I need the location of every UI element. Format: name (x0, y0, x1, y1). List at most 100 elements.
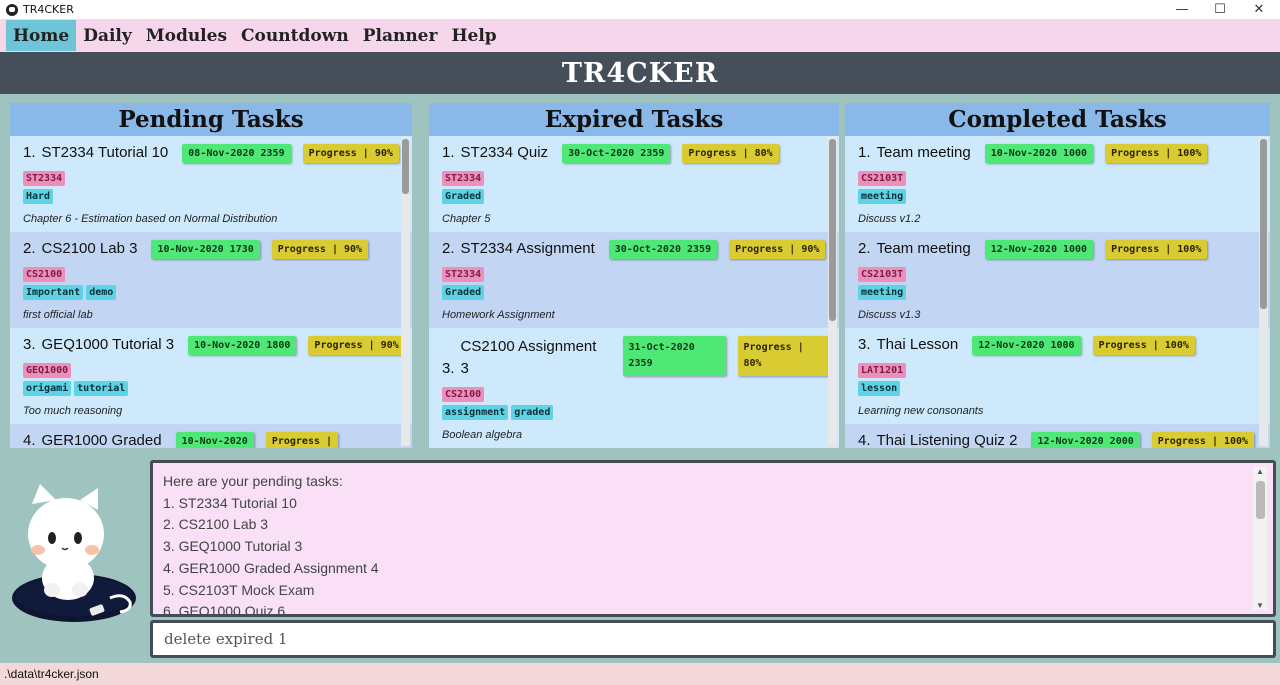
task-header-row: 3. GEQ1000 Tutorial 3 10-Nov-2020 1800 Prog… (10, 328, 412, 360)
task-card[interactable]: 4. Thai Listening Quiz 2 12-Nov-2020 2000 P… (845, 424, 1270, 448)
task-index: 1. (858, 144, 871, 161)
task-header-row: 3. Thai Lesson 12-Nov-2020 1000 Progress | … (845, 328, 1270, 360)
task-index: 2. (858, 240, 871, 257)
menu-countdown[interactable]: Countdown (234, 20, 356, 51)
panel-title: Completed Tasks (845, 103, 1270, 136)
scroll-thumb[interactable] (1260, 139, 1267, 309)
close-button[interactable]: ✕ (1240, 0, 1278, 19)
scroll-down-icon[interactable]: ▼ (1255, 601, 1265, 610)
task-description: Chapter 5 (442, 213, 491, 225)
menu-bar: Home Daily Modules Countdown Planner Hel… (0, 19, 1280, 52)
result-line: Here are your pending tasks: (163, 473, 343, 489)
scroll-thumb[interactable] (1256, 481, 1265, 519)
scroll-thumb[interactable] (829, 139, 836, 321)
result-scrollbar[interactable]: ▲ ▼ (1253, 467, 1267, 610)
panel-title: Pending Tasks (10, 103, 412, 136)
task-name: Thai Lesson (876, 336, 959, 353)
result-line: 2. CS2100 Lab 3 (163, 516, 269, 533)
task-card[interactable]: 2. CS2100 Lab 3 10-Nov-2020 1730 Progress |… (10, 232, 412, 328)
menu-home[interactable]: Home (6, 20, 77, 51)
tag-row: Important demo (10, 285, 412, 300)
task-name: ST2334 Quiz (460, 144, 549, 161)
task-tag: lesson (858, 381, 901, 396)
module-tag: ST2334 (23, 171, 66, 186)
progress-badge: Progress | 90% (271, 240, 369, 259)
task-card[interactable]: 3. CS2100 Assignment 3 31-Oct-2020 2359 Pro… (429, 328, 839, 447)
result-line: 4. GER1000 Graded Assignment 4 (163, 559, 379, 576)
module-tag: ST2334 (442, 171, 485, 186)
task-title: 1. Team meeting (858, 144, 971, 161)
task-title: 3. GEQ1000 Tutorial 3 (23, 336, 174, 353)
task-tag: Graded (442, 285, 485, 300)
panel-scrollbar[interactable] (401, 137, 410, 446)
progress-badge: Progress | 100% (1105, 144, 1208, 163)
due-date-badge: 12-Nov-2020 2000 (1031, 432, 1140, 448)
task-title: 3. Thai Lesson (858, 336, 958, 353)
menu-daily[interactable]: Daily (76, 20, 139, 51)
task-title: 4. Thai Listening Quiz 2 (858, 432, 1017, 448)
task-title: 2. Team meeting (858, 240, 971, 257)
result-display[interactable]: Here are your pending tasks: 1. ST2334 Tu… (150, 460, 1276, 617)
task-title: 1. ST2334 Quiz (442, 144, 548, 161)
tag-row: assignment graded (429, 405, 839, 420)
scroll-thumb[interactable] (402, 139, 409, 194)
task-description: Learning new consonants (858, 405, 984, 417)
expired-tasks-panel: Expired Tasks 1. ST2334 Quiz 30-Oct-2020 23… (429, 103, 839, 448)
window-title: TR4CKER (23, 3, 74, 16)
task-card[interactable]: 1. ST2334 Quiz 30-Oct-2020 2359 Progress | … (429, 136, 839, 232)
task-header-row: 3. CS2100 Assignment 3 31-Oct-2020 2359 Pro… (429, 328, 839, 384)
task-index: 3. (858, 336, 871, 353)
task-name: Team meeting (876, 240, 971, 257)
task-list[interactable]: 1. ST2334 Tutorial 10 08-Nov-2020 2359 Prog… (10, 136, 412, 448)
task-header-row: 1. ST2334 Quiz 30-Oct-2020 2359 Progress | … (429, 136, 839, 168)
task-card[interactable]: 3. Thai Lesson 12-Nov-2020 1000 Progress | … (845, 328, 1270, 424)
menu-help[interactable]: Help (444, 20, 503, 51)
scroll-up-icon[interactable]: ▲ (1255, 467, 1265, 476)
task-description: first official lab (23, 309, 93, 321)
command-input[interactable] (153, 623, 1273, 655)
result-line: 5. CS2103T Mock Exam (163, 581, 315, 598)
module-row: CS2100 (429, 387, 839, 402)
panel-scrollbar[interactable] (1259, 137, 1268, 446)
task-description: Chapter 6 - Estimation based on Normal D… (23, 213, 278, 225)
task-header-row: 2. CS2100 Lab 3 10-Nov-2020 1730 Progress |… (10, 232, 412, 264)
task-card[interactable]: 2. ST2334 Assignment 30-Oct-2020 2359 Progr… (429, 232, 839, 328)
due-date-badge: 10-Nov-2020 (175, 432, 254, 448)
due-date-badge: 10-Nov-2020 1000 (984, 144, 1094, 163)
task-card[interactable]: 4. GER1000 Graded 10-Nov-2020 Progress | (10, 424, 412, 448)
menu-modules[interactable]: Modules (139, 20, 234, 51)
tag-row: Graded (429, 285, 839, 300)
task-description: Discuss v1.3 (858, 309, 921, 321)
task-index: 3. (442, 360, 455, 377)
menu-planner[interactable]: Planner (356, 20, 445, 51)
due-date-badge: 10-Nov-2020 1730 (151, 240, 260, 259)
task-card[interactable]: 1. Team meeting 10-Nov-2020 1000 Progress |… (845, 136, 1270, 232)
module-row: CS2103T (845, 171, 1270, 186)
task-list[interactable]: 1. Team meeting 10-Nov-2020 1000 Progress |… (845, 136, 1270, 448)
module-row: LAT1201 (845, 363, 1270, 378)
task-name: Thai Listening Quiz 2 (876, 432, 1018, 448)
progress-badge: Progress | 90% (729, 240, 826, 259)
pending-tasks-panel: Pending Tasks 1. ST2334 Tutorial 10 08-Nov-… (10, 103, 412, 448)
task-list[interactable]: 1. ST2334 Quiz 30-Oct-2020 2359 Progress | … (429, 136, 839, 448)
maximize-button[interactable]: ☐ (1201, 0, 1239, 19)
result-line: 3. GEQ1000 Tutorial 3 (163, 538, 303, 555)
due-date-badge: 12-Nov-2020 1000 (972, 336, 1081, 355)
task-card[interactable]: 1. ST2334 Tutorial 10 08-Nov-2020 2359 Prog… (10, 136, 412, 232)
progress-badge: Progress | 80% (682, 144, 779, 163)
panel-scrollbar[interactable] (828, 137, 837, 446)
cat-mascot-icon (12, 484, 136, 622)
tag-row: meeting (845, 189, 1270, 204)
task-title: 4. GER1000 Graded (23, 432, 162, 448)
tag-row: Hard (10, 189, 412, 204)
minimize-button[interactable]: — (1163, 0, 1201, 19)
task-card[interactable]: 3. GEQ1000 Tutorial 3 10-Nov-2020 1800 Prog… (10, 328, 412, 424)
task-tag: origami (23, 381, 72, 396)
module-row: ST2334 (10, 171, 412, 186)
task-tag: graded (511, 405, 554, 420)
due-date-badge: 30-Oct-2020 2359 (562, 144, 671, 163)
task-title: 3. CS2100 Assignment 3 (442, 336, 601, 380)
task-description: Boolean algebra (442, 429, 523, 441)
task-card[interactable]: 2. Team meeting 12-Nov-2020 1000 Progress |… (845, 232, 1270, 328)
window-titlebar: TR4CKER — ☐ ✕ (0, 0, 1280, 19)
